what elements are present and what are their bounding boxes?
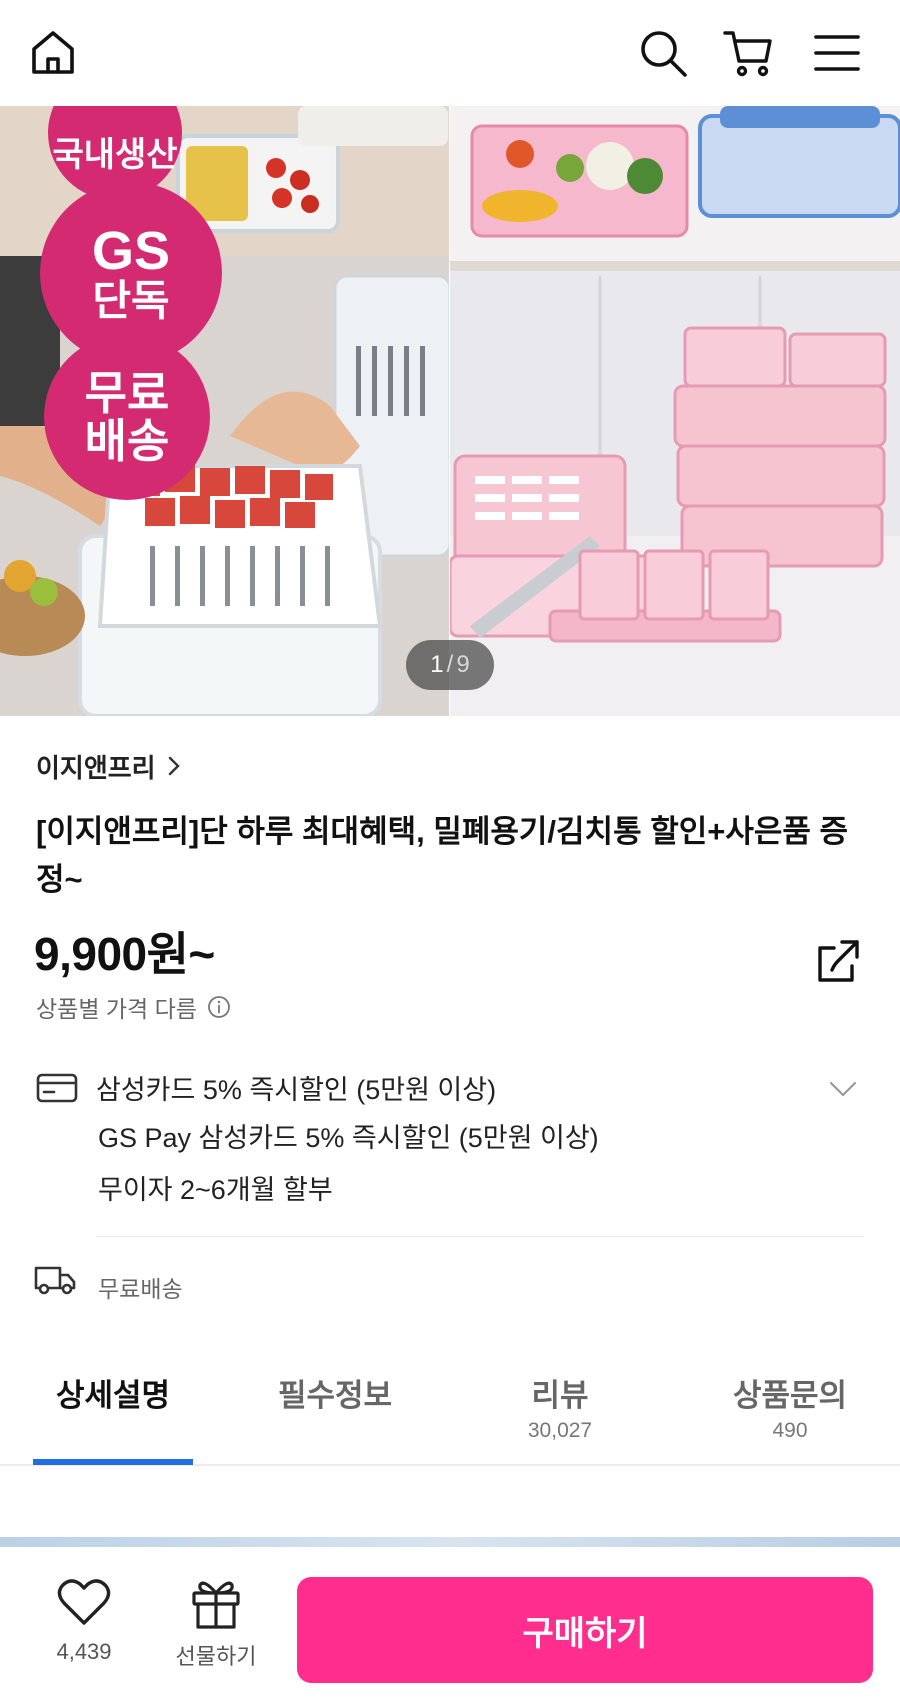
product-photo-right	[448, 106, 900, 716]
delivery-truck-icon	[34, 1266, 76, 1295]
brand-name: 이지앤프리	[36, 752, 156, 783]
tab-inquiries-label: 상품문의	[732, 1378, 848, 1413]
tab-detail-label: 상세설명	[55, 1378, 171, 1413]
product-price: 9,900원~	[34, 928, 215, 980]
gift-icon	[192, 1581, 240, 1629]
tab-required-info-label: 필수정보	[277, 1378, 393, 1413]
free-shipping-badge-line2: 배송	[84, 415, 170, 467]
info-icon[interactable]	[207, 995, 231, 1019]
image-pager: 1 / 9	[406, 640, 494, 690]
pager-total: 9	[456, 651, 470, 678]
product-detail-page: 국내생산 GS 단독 무료 배송 1 / 9 이지앤프리 [이지앤프리]단 하루…	[0, 0, 900, 1708]
heart-icon	[57, 1579, 111, 1625]
tab-inquiries[interactable]: 상품문의 490	[705, 1362, 875, 1466]
free-shipping-badge: 무료 배송	[44, 334, 210, 500]
pager-separator: /	[446, 651, 454, 678]
buy-button[interactable]: 구매하기	[297, 1577, 873, 1683]
gs-badge-line2: 단독	[92, 277, 170, 325]
price-note: 상품별 가격 다름	[36, 990, 231, 1024]
product-title: [이지앤프리]단 하루 최대혜택, 밀폐용기/김치통 할인+사은품 증정~	[36, 814, 849, 897]
like-count: 4,439	[56, 1639, 112, 1664]
gift-label: 선물하기	[175, 1644, 257, 1669]
top-header	[0, 0, 900, 106]
tab-reviews-label: 리뷰	[531, 1378, 589, 1413]
tab-reviews-count: 30,027	[527, 1419, 593, 1442]
home-icon[interactable]	[22, 22, 84, 84]
price-note-text: 상품별 가격 다름	[36, 996, 197, 1022]
made-in-korea-badge-text: 국내생산	[52, 136, 178, 175]
tab-reviews[interactable]: 리뷰 30,027	[480, 1362, 640, 1466]
brand-link[interactable]: 이지앤프리	[36, 746, 182, 786]
chevron-down-icon[interactable]	[828, 1080, 858, 1098]
share-icon[interactable]	[812, 936, 862, 986]
menu-icon[interactable]	[806, 22, 868, 84]
search-icon[interactable]	[632, 22, 694, 84]
like-button[interactable]: 4,439	[40, 1577, 128, 1665]
gs-badge-line1: GS	[91, 220, 171, 281]
cart-icon[interactable]	[717, 22, 779, 84]
installment-text: 무이자 2~6개월 할부	[98, 1175, 333, 1205]
card-discount-text: 삼성카드 5% 즉시할인 (5만원 이상)	[96, 1075, 497, 1105]
pager-current: 1	[430, 651, 444, 678]
content-preview-strip	[0, 1537, 900, 1547]
bottom-action-bar: 4,439 선물하기 구매하기	[0, 1547, 900, 1708]
product-photo-left: 국내생산 GS 단독 무료 배송	[0, 106, 452, 716]
chevron-right-icon	[168, 756, 180, 776]
active-tab-indicator	[33, 1459, 193, 1465]
gift-button[interactable]: 선물하기	[168, 1575, 264, 1671]
tab-required-info[interactable]: 필수정보	[250, 1362, 420, 1466]
detail-tabs: 상세설명 필수정보 리뷰 30,027 상품문의 490	[0, 1362, 900, 1466]
tab-detail[interactable]: 상세설명	[33, 1362, 193, 1466]
product-image-carousel[interactable]: 국내생산 GS 단독 무료 배송 1 / 9	[0, 106, 900, 716]
divider	[96, 1236, 864, 1237]
free-shipping-badge-line1: 무료	[84, 366, 170, 419]
credit-card-icon	[36, 1073, 78, 1103]
tab-inquiries-count: 490	[772, 1419, 808, 1442]
gspay-discount-text: GS Pay 삼성카드 5% 즉시할인 (5만원 이상)	[98, 1123, 599, 1153]
shipping-label: 무료배송	[98, 1276, 183, 1302]
